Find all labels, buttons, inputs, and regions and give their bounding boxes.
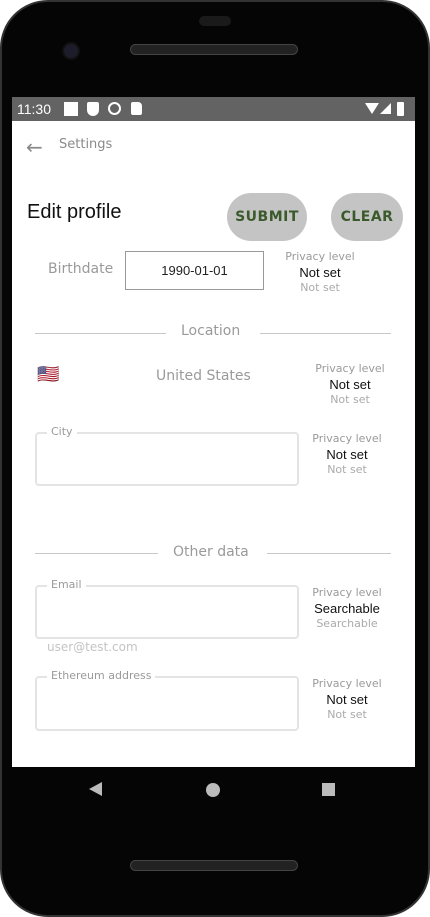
bottom-speaker [130,860,298,871]
battery-icon [397,102,404,116]
back-label[interactable]: Settings [59,137,112,152]
privacy-label: Privacy level [315,362,385,375]
location-section-title: Location [181,323,241,339]
city-privacy[interactable]: Privacy level Not set Not set [302,432,392,476]
city-input[interactable]: City [35,425,299,486]
divider [260,333,391,334]
country-select[interactable]: United States [156,368,251,384]
email-helper: user@test.com [47,640,138,654]
privacy-sub: Not set [300,281,340,294]
sd-card-icon [131,102,142,115]
navigation-bar [12,767,415,812]
back-arrow-icon[interactable]: ← [26,135,43,159]
privacy-sub: Not set [327,463,367,476]
wifi-icon [365,103,379,114]
privacy-label: Privacy level [312,432,382,445]
page-title: Edit profile [27,201,122,223]
ethereum-address-label: Ethereum address [47,669,156,682]
ethereum-address-input[interactable]: Ethereum address [35,669,299,731]
email-privacy[interactable]: Privacy level Searchable Searchable [302,586,392,630]
country-privacy[interactable]: Privacy level Not set Not set [305,362,395,406]
privacy-value: Not set [326,447,368,462]
front-camera [62,42,80,60]
ethereum-privacy[interactable]: Privacy level Not set Not set [302,677,392,721]
status-bar: 11:30 [12,97,415,121]
email-label: Email [47,578,86,591]
birthdate-privacy[interactable]: Privacy level Not set Not set [275,250,365,294]
status-time: 11:30 [17,101,51,117]
back-nav-icon[interactable] [89,782,102,796]
privacy-value: Not set [299,265,341,280]
other-data-section-title: Other data [173,544,249,560]
shield-icon [87,102,99,116]
privacy-label: Privacy level [285,250,355,263]
app-screen: 11:30 ← Settings Edit profile SUBMIT CLE… [12,97,415,767]
privacy-sub: Not set [330,393,370,406]
clear-button[interactable]: CLEAR [331,193,403,241]
privacy-sub: Searchable [316,617,378,630]
signal-icon [380,103,391,114]
divider [267,553,391,554]
notification-square-icon [64,102,78,116]
birthdate-input[interactable]: 1990-01-01 [125,251,264,290]
privacy-value: Not set [329,377,371,392]
privacy-value: Searchable [314,601,380,616]
recents-nav-icon[interactable] [322,783,335,796]
divider [35,553,158,554]
earpiece-slot [199,16,231,26]
us-flag-icon: 🇺🇸 [37,364,60,385]
divider [35,333,166,334]
sync-icon [108,102,121,115]
privacy-value: Not set [326,692,368,707]
privacy-label: Privacy level [312,677,382,690]
home-nav-icon[interactable] [206,783,220,797]
top-speaker [130,44,298,55]
email-input[interactable]: Email [35,578,299,639]
submit-button[interactable]: SUBMIT [227,193,307,241]
birthdate-label: Birthdate [48,261,114,277]
privacy-sub: Not set [327,708,367,721]
privacy-label: Privacy level [312,586,382,599]
city-label: City [47,425,77,438]
